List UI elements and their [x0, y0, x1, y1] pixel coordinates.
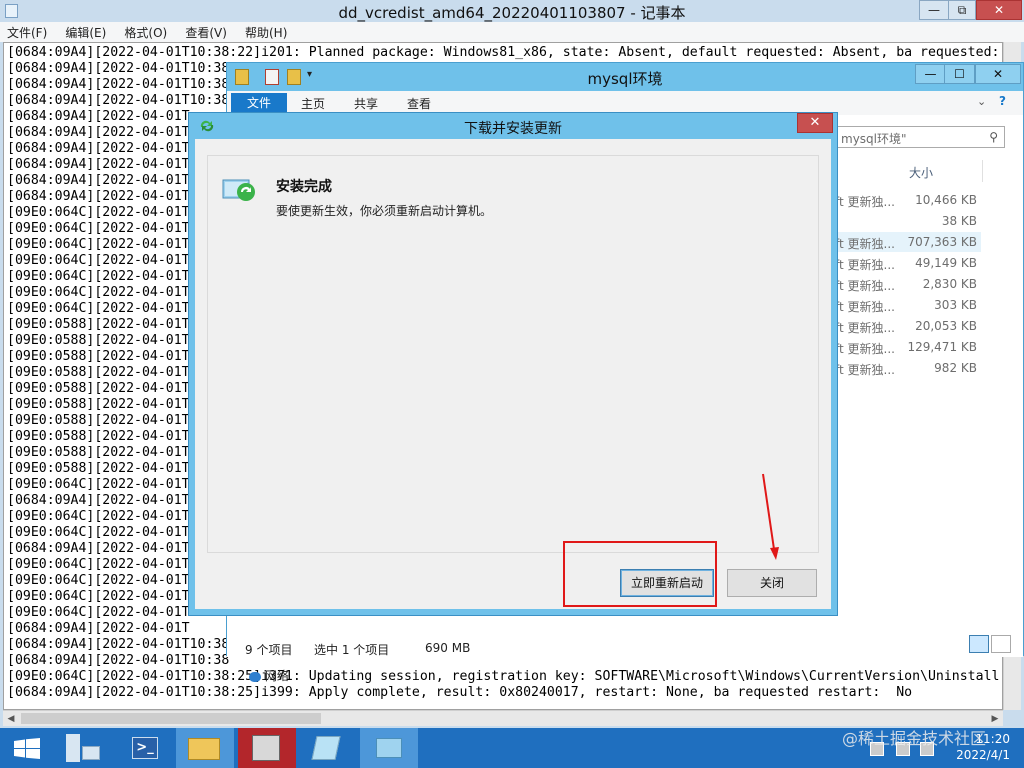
taskbar-windows-update[interactable]	[360, 728, 418, 768]
clock-date: 2022/4/1	[956, 748, 1010, 762]
taskbar-notepad[interactable]	[298, 728, 356, 768]
powershell-icon: >_	[132, 737, 158, 759]
taskbar-powershell[interactable]: >_	[118, 728, 176, 768]
taskbar-installer[interactable]	[238, 728, 296, 768]
annotation-arrow	[762, 473, 779, 560]
windows-logo-icon	[14, 738, 40, 759]
installer-icon	[252, 735, 280, 761]
file-explorer-icon	[188, 738, 220, 760]
start-button[interactable]	[0, 728, 58, 768]
watermark: @稀土掘金技术社区	[842, 729, 987, 748]
windows-update-taskbar-icon	[376, 738, 402, 758]
notepad-icon	[311, 736, 341, 760]
server-manager-icon	[66, 734, 80, 762]
taskbar-file-explorer[interactable]	[176, 728, 234, 768]
taskbar-server-manager[interactable]	[58, 728, 116, 768]
